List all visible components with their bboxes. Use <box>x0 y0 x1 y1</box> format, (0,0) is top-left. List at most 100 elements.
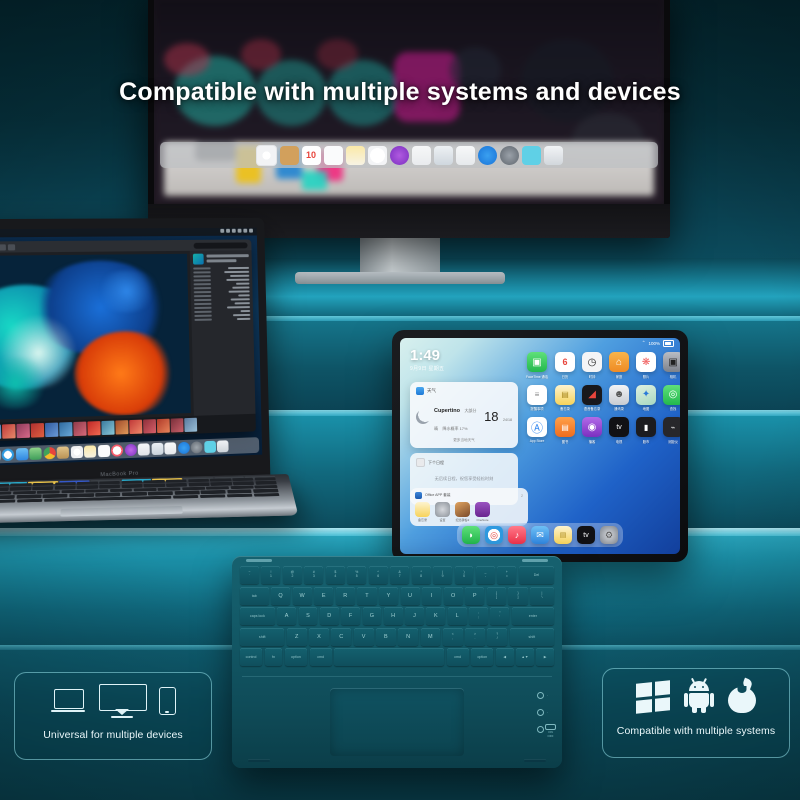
monitor-dock-icon-downloads[interactable] <box>521 145 541 165</box>
dock-icon-mail[interactable] <box>15 447 28 461</box>
key-option-left[interactable]: option <box>284 648 308 666</box>
facetime-icon[interactable]: ▣ <box>527 352 548 372</box>
filmstrip-thumb[interactable] <box>115 420 129 435</box>
settings-icon[interactable] <box>435 502 450 517</box>
monitor-dock-icon-appstore[interactable] <box>477 145 497 165</box>
filmstrip-thumb[interactable] <box>170 418 184 433</box>
home-icon[interactable]: ⌂ <box>609 352 630 372</box>
key-control[interactable]: control <box>240 648 263 666</box>
app-icon-home[interactable]: ⌂ 家庭 <box>609 352 630 379</box>
podcasts-icon[interactable]: ◉ <box>582 417 603 437</box>
notes-icon[interactable] <box>415 502 430 517</box>
folder-apps[interactable]: 备忘录 设置 纪念碑谷2 OneNote <box>415 502 523 522</box>
filmstrip-thumb[interactable] <box>73 421 87 437</box>
key-m[interactable]: M <box>420 627 441 646</box>
key-quote[interactable]: " ' <box>490 607 510 625</box>
key-h[interactable]: H <box>383 607 403 625</box>
key-0[interactable]: ) 0 <box>454 566 474 584</box>
dock-icon-preferences[interactable] <box>190 441 203 454</box>
key-bracket-left[interactable]: {[ <box>486 586 506 605</box>
key-delete[interactable]: Del <box>518 566 554 584</box>
macbook-trackpad[interactable] <box>60 505 183 517</box>
camera-icon[interactable]: ▣ <box>663 352 680 372</box>
dock-icon-numbers[interactable] <box>137 443 150 456</box>
notes-icon[interactable]: ▤ <box>555 384 576 405</box>
app-icon-find-my[interactable]: ◎ 查找 <box>663 384 680 411</box>
key-4[interactable]: $4 <box>325 566 345 584</box>
dock-icon-music[interactable] <box>110 444 124 457</box>
key-5[interactable]: % 5 <box>347 566 367 584</box>
key-g[interactable]: G <box>362 607 382 625</box>
keyboard-key-area[interactable]: ~ ` ! 1 @2 #3 $4 % 5 ^ 6 & 7 * 8 (9 ) 0 _ - + = D… <box>240 566 555 668</box>
key-z[interactable]: Z <box>286 627 307 646</box>
measure-icon[interactable]: ⌁ <box>663 417 680 437</box>
app-icon-reminders[interactable]: ≡ 提醒事项 <box>526 384 548 411</box>
key-arrow-right[interactable]: ▶ <box>536 648 555 666</box>
app-icon-calendar[interactable]: 6 日历 <box>555 352 576 379</box>
filmstrip-thumb[interactable] <box>1 424 16 439</box>
key-shift-right[interactable]: shift <box>509 627 555 646</box>
key-tab[interactable]: tab <box>240 586 269 605</box>
weather-widget-footer[interactable]: 更多当地天气 <box>416 438 512 443</box>
keyboard-row-modifiers[interactable]: control fn option cmd cmd option ◀ ▲▼ ▶ <box>240 648 555 666</box>
dock-icon-trash[interactable] <box>216 440 229 453</box>
monitor-dock-icon-preferences[interactable] <box>499 145 519 165</box>
filmstrip-thumb[interactable] <box>30 423 45 438</box>
dock-icon-safari[interactable] <box>1 448 15 462</box>
key-9[interactable]: (9 <box>433 566 453 584</box>
dock-icon-notes[interactable] <box>83 445 97 458</box>
key-f[interactable]: F <box>341 607 361 625</box>
key-x[interactable]: X <box>309 627 329 646</box>
dock-icon-maps[interactable] <box>29 447 42 461</box>
dock-icon-mail[interactable]: ✉ <box>531 526 549 544</box>
key-space[interactable] <box>334 648 445 666</box>
key-e[interactable]: E <box>314 586 334 605</box>
app-icon-app-store[interactable]: Ⓐ App Store <box>526 417 548 444</box>
dock-icon-reminders[interactable] <box>97 444 110 458</box>
key-period[interactable]: >. <box>465 627 485 646</box>
dock-icon-chrome[interactable] <box>42 446 56 460</box>
key-7[interactable]: & 7 <box>390 566 410 584</box>
dock-icon-photos[interactable] <box>70 445 83 459</box>
key-caps-lock[interactable]: caps lock <box>240 607 275 625</box>
ios-dock[interactable]: ◗ ◎ ♪ ✉ ▤ tv ⚙ <box>457 523 623 547</box>
key-option-right[interactable]: option <box>471 648 494 666</box>
maps-icon[interactable]: ✦ <box>636 384 657 405</box>
key-y[interactable]: Y <box>379 586 399 605</box>
macos-photo-window[interactable] <box>0 239 256 442</box>
key-command-left[interactable]: cmd <box>309 648 332 666</box>
monitor-dock-icon-numbers[interactable] <box>411 145 431 165</box>
app-icon-podcasts[interactable]: ◉ 播客 <box>582 417 603 444</box>
key-r[interactable]: R <box>335 586 355 605</box>
key-n[interactable]: N <box>398 627 419 646</box>
dock-icon-apple-tv[interactable]: tv <box>577 526 595 544</box>
monitor-dock-icon-keynote[interactable] <box>433 145 453 165</box>
app-icon-stocks[interactable]: ▮ 股市 <box>636 417 657 444</box>
filmstrip-thumb[interactable] <box>44 422 59 438</box>
keyboard-trackpad[interactable] <box>330 688 464 756</box>
filmstrip-thumb[interactable] <box>16 423 30 439</box>
ios-app-grid[interactable]: ▣ FaceTime 通话 6 日历 ◷ 时钟 ⌂ 家庭 ❋ 照片 ▣ 相机 ≡ 提醒事项 ▤… <box>526 352 680 444</box>
key-enter[interactable]: enter <box>511 607 555 625</box>
dock-icon-music[interactable]: ♪ <box>508 526 526 544</box>
dock-icon-podcasts[interactable] <box>124 443 137 457</box>
keyboard-row-home[interactable]: caps lock A S D F G H J K L :; " ' enter <box>240 607 555 625</box>
key-i[interactable]: I <box>422 586 442 605</box>
key-c[interactable]: C <box>331 627 352 646</box>
filmstrip-thumb[interactable] <box>184 417 198 433</box>
folder-app-settings[interactable]: 设置 <box>435 502 450 522</box>
folder-app-onenote[interactable]: OneNote <box>475 502 490 522</box>
filmstrip-thumb[interactable] <box>156 418 170 434</box>
key-1[interactable]: ! 1 <box>261 566 281 584</box>
keyboard-row-numbers[interactable]: ~ ` ! 1 @2 #3 $4 % 5 ^ 6 & 7 * 8 (9 ) 0 _ - + = D… <box>240 566 554 584</box>
app-icon-apple-tv[interactable]: tv 电视 <box>609 417 630 444</box>
app-store-icon[interactable]: Ⓐ <box>527 417 548 437</box>
folder-app-notes[interactable]: 备忘录 <box>415 502 430 522</box>
key-b[interactable]: B <box>376 627 396 646</box>
dock-icon-safari[interactable]: ◎ <box>485 526 503 544</box>
toolbar-button[interactable] <box>0 243 6 251</box>
app-icon-clock[interactable]: ◷ 时钟 <box>582 352 603 379</box>
app-icon-notes[interactable]: ▤ 备忘录 <box>555 384 576 411</box>
filmstrip-thumb[interactable] <box>87 421 101 436</box>
app-icon-camera[interactable]: ▣ 相机 <box>663 352 680 379</box>
